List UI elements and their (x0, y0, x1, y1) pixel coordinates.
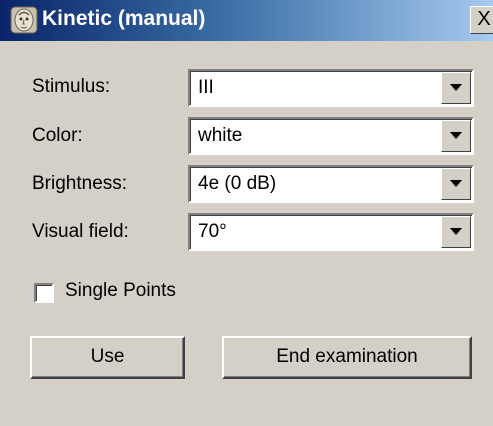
use-button[interactable]: Use (30, 336, 185, 379)
stimulus-select[interactable]: III (188, 69, 474, 107)
chevron-down-icon (450, 132, 462, 139)
stimulus-label: Stimulus: (32, 76, 111, 97)
brightness-dropdown-button[interactable] (441, 168, 471, 200)
visual-field-value: 70° (198, 221, 227, 242)
single-points-label[interactable]: Single Points (65, 280, 176, 302)
window-title: Kinetic (manual) (42, 7, 206, 30)
visual-field-select[interactable]: 70° (188, 213, 474, 251)
brightness-select[interactable]: 4e (0 dB) (188, 165, 474, 203)
end-examination-button[interactable]: End examination (222, 336, 472, 379)
visual-field-dropdown-button[interactable] (441, 216, 471, 248)
close-button[interactable]: X (470, 6, 493, 34)
kinetic-manual-dialog: Kinetic (manual) X Stimulus: III Color: … (0, 0, 493, 426)
brightness-value: 4e (0 dB) (198, 173, 277, 194)
chevron-down-icon (450, 84, 462, 91)
stimulus-value: III (198, 77, 214, 98)
stimulus-dropdown-button[interactable] (441, 72, 471, 104)
color-value: white (198, 125, 243, 146)
chevron-down-icon (450, 228, 462, 235)
face-profile-icon (10, 6, 38, 34)
single-points-checkbox[interactable] (34, 283, 54, 303)
visual-field-label: Visual field: (32, 221, 129, 242)
chevron-down-icon (450, 180, 462, 187)
color-label: Color: (32, 125, 83, 146)
brightness-label: Brightness: (32, 173, 128, 194)
close-icon: X (477, 8, 491, 30)
color-select[interactable]: white (188, 117, 474, 155)
color-dropdown-button[interactable] (441, 120, 471, 152)
title-bar[interactable]: Kinetic (manual) X (0, 0, 493, 41)
